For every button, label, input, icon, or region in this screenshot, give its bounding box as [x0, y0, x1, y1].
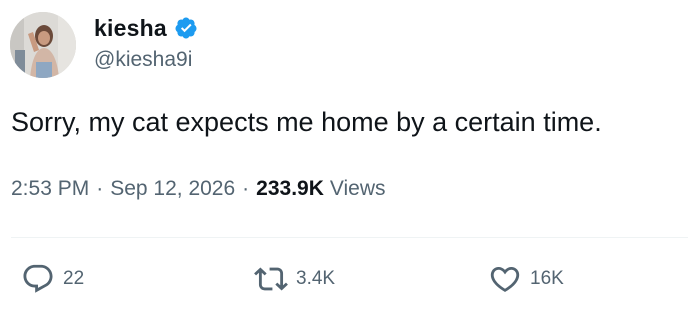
heart-icon — [490, 266, 520, 292]
tweet-date[interactable]: Sep 12, 2026 — [110, 177, 235, 201]
author-name-row: kiesha — [94, 12, 198, 44]
tweet-text: Sorry, my cat expects me home by a certa… — [11, 107, 602, 137]
reply-icon — [23, 264, 53, 293]
views-count: 233.9K — [256, 177, 324, 200]
tweet-card: kiesha @kiesha9i Sorry, my cat expects m… — [0, 0, 688, 311]
repost-count: 3.4K — [296, 268, 336, 289]
repost-button[interactable]: 3.4K — [254, 259, 335, 299]
views-label: Views — [329, 177, 386, 200]
reply-button[interactable]: 22 — [21, 259, 84, 299]
meta-separator: · — [242, 177, 250, 200]
author-handle[interactable]: @kiesha9i — [94, 48, 192, 72]
tweet-meta: 2:53 PM · Sep 12, 2026 · 233.9K Views — [11, 177, 386, 201]
like-count: 16K — [530, 268, 564, 289]
action-bar: 22 3.4K 16K — [0, 259, 688, 299]
repost-icon — [254, 267, 288, 291]
avatar[interactable] — [10, 12, 76, 78]
meta-separator: · — [96, 177, 104, 200]
divider — [11, 237, 688, 238]
verified-badge-icon — [174, 16, 198, 40]
tweet-time[interactable]: 2:53 PM — [11, 177, 89, 201]
profile-photo-icon — [10, 12, 76, 78]
reply-count: 22 — [63, 268, 85, 289]
display-name[interactable]: kiesha — [94, 15, 167, 42]
like-button[interactable]: 16K — [488, 259, 564, 299]
